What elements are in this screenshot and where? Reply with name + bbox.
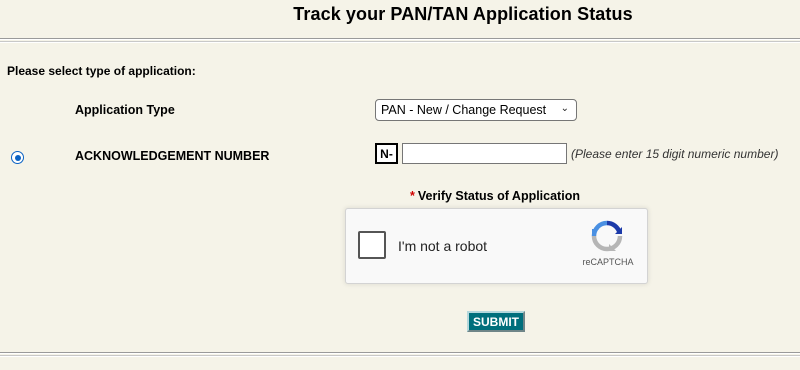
- recaptcha-checkbox[interactable]: [358, 231, 386, 259]
- chevron-down-icon: ⌄: [560, 103, 569, 114]
- verify-status-label: Verify Status of Application: [417, 189, 580, 203]
- application-type-selected-value: PAN - New / Change Request: [381, 103, 547, 117]
- recaptcha-brand-label: reCAPTCHA: [582, 257, 634, 267]
- acknowledgement-number-label: ACKNOWLEDGEMENT NUMBER: [75, 149, 270, 163]
- header-divider-secondary: [0, 41, 800, 43]
- acknowledgement-hint: (Please enter 15 digit numeric number): [571, 147, 779, 161]
- application-type-select[interactable]: PAN - New / Change Request ⌄: [375, 99, 577, 121]
- submit-button[interactable]: SUBMIT: [467, 311, 525, 332]
- application-type-label: Application Type: [75, 103, 175, 117]
- verify-status-heading: * Verify Status of Application: [0, 189, 800, 203]
- acknowledgement-prefix: N-: [375, 143, 398, 164]
- footer-divider-secondary: [0, 355, 800, 357]
- footer-divider: [0, 352, 800, 354]
- acknowledgement-number-input[interactable]: [402, 143, 567, 164]
- recaptcha-logo-icon: [591, 220, 623, 252]
- required-asterisk: *: [410, 189, 415, 203]
- header-divider: [0, 38, 800, 40]
- acknowledgement-radio[interactable]: [11, 151, 24, 164]
- recaptcha-checkbox-label: I'm not a robot: [398, 238, 488, 254]
- page-title: Track your PAN/TAN Application Status: [293, 4, 633, 24]
- select-type-prompt: Please select type of application:: [7, 64, 196, 78]
- recaptcha-widget: I'm not a robot reCAPTCHA: [345, 208, 648, 284]
